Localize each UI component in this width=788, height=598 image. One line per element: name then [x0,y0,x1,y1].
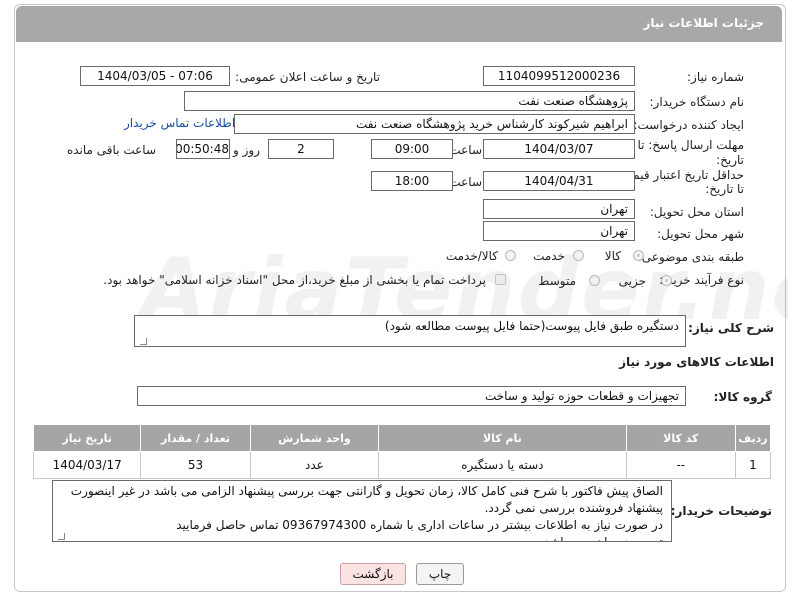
cell-date: 1404/03/17 [32,451,142,479]
need-number-label: شماره نیاز: [687,70,744,84]
table-row: 1 -- دسته یا دستگیره عدد 53 1404/03/17 [32,451,772,479]
province-field: تهران [483,199,635,219]
deadline-label-date: تاریخ: [716,153,744,167]
remaining-time-label: ساعت باقی مانده [66,143,156,157]
page-title: جزئیات اطلاعات نیاز [643,16,764,30]
cell-quantity: 53 [140,451,251,479]
deadline-date-field: 1404/03/07 [483,139,635,159]
column-header-row: ردیف [734,424,772,452]
resize-handle[interactable] [58,533,65,540]
goods-group-label: گروه کالا: [713,390,772,404]
remaining-time-field: 00:50:48 [176,139,230,159]
buyer-notes-label: توضیحات خریدار: [670,504,772,518]
cell-code: -- [625,451,736,479]
validity-time-label: ساعت [449,175,482,189]
category-option-goods: کالا [604,249,621,263]
goods-info-title: اطلاعات کالاهای مورد نیاز [619,355,774,369]
goods-table: ردیف کد کالا نام کالا واحد شمارش تعداد /… [32,424,772,479]
validity-time-field: 18:00 [371,171,453,191]
deadline-label: مهلت ارسال پاسخ: تا [637,138,744,152]
category-label: طبقه بندی موضوعی: [637,250,744,264]
category-radio-service[interactable] [573,250,584,261]
print-button[interactable]: چاپ [416,563,464,585]
deadline-time-label: ساعت [449,143,482,157]
buyer-label: نام دستگاه خریدار: [649,95,745,109]
days-label: روز و [233,143,260,157]
category-option-service: خدمت [533,249,565,263]
validity-date-field: 1404/04/31 [483,171,635,191]
description-label: شرح کلی نیاز: [688,321,774,335]
process-option-minor: جزیی [618,274,646,288]
panel-header: جزئیات اطلاعات نیاز [16,6,782,42]
column-header-unit: واحد شمارش [249,424,380,452]
buyer-contact-link[interactable]: اطلاعات تماس خریدار [124,116,235,130]
column-header-quantity: تعداد / مقدار [140,424,251,452]
days-field: 2 [268,139,334,159]
announce-field: 1404/03/05 - 07:06 [80,66,230,86]
announce-label: تاریخ و ساعت اعلان عمومی: [235,70,380,84]
treasury-payment-note: پرداخت تمام یا بخشی از مبلغ خرید،از محل … [103,273,486,287]
validity-label: حداقل تاریخ اعتبار قیمت: [617,168,744,182]
buyer-notes-line: تسویه دو ماهه می باشد. [540,535,663,542]
cell-row: 1 [734,451,772,479]
column-header-name: نام کالا [378,424,627,452]
cell-unit: عدد [249,451,380,479]
buyer-field: پژوهشگاه صنعت نفت [184,91,635,111]
need-number-field: 1104099512000236 [483,66,635,86]
buyer-notes-line: پیشنهاد فروشنده بررسی نمی گردد. [484,501,663,515]
deadline-time-field: 09:00 [371,139,453,159]
buyer-notes-line: الصاق پیش فاکتور با شرح فنی کامل کالا، ز… [70,484,663,498]
category-option-goods-service: کالا/خدمت [445,249,498,263]
city-label: شهر محل تحویل: [657,227,744,241]
process-radio-minor[interactable] [661,275,672,286]
description-textarea: دستگیره طبق فایل پیوست(حتما فایل پیوست م… [134,315,686,347]
treasury-payment-checkbox[interactable] [495,274,506,285]
category-radio-goods[interactable] [633,250,644,261]
process-radio-medium[interactable] [589,275,600,286]
process-option-medium: متوسط [538,274,576,288]
province-label: استان محل تحویل: [649,205,744,219]
creator-label: ایجاد کننده درخواست: [633,118,744,132]
category-radio-goods-service[interactable] [505,250,516,261]
buyer-notes-line: در صورت نیاز به اطلاعات بیشتر در ساعات ا… [176,518,663,532]
city-field: تهران [483,221,635,241]
column-header-code: کد کالا [625,424,736,452]
resize-handle[interactable] [140,338,147,345]
validity-label-date: تا تاریخ: [705,182,744,196]
cell-name: دسته یا دستگیره [378,451,627,479]
goods-group-field: تجهیزات و قطعات حوزه تولید و ساخت [137,386,686,406]
column-header-date: تاریخ نیاز [32,424,142,452]
creator-field: ابراهیم شیرکوند کارشناس خرید پژوهشگاه صن… [234,114,635,134]
buyer-notes-textarea: الصاق پیش فاکتور با شرح فنی کامل کالا، ز… [52,480,672,542]
back-button[interactable]: بازگشت [340,563,406,585]
